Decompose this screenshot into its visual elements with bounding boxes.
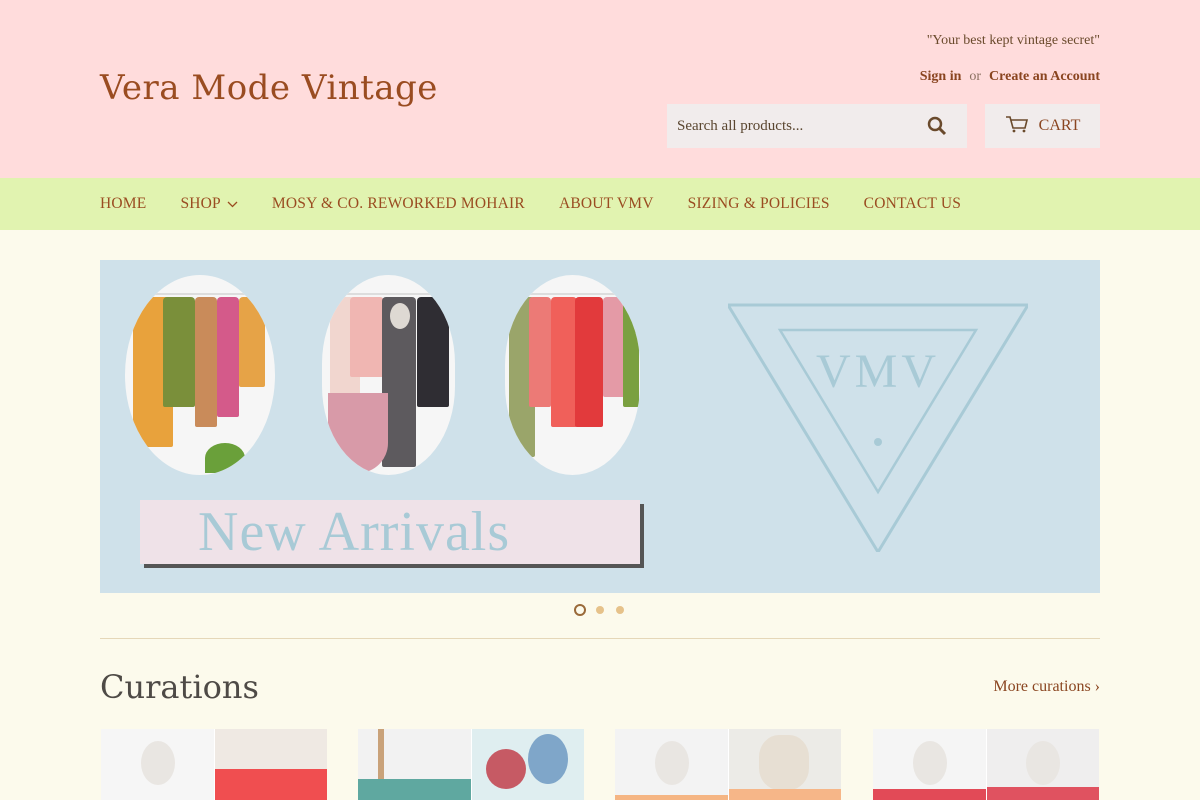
nav-label: HOME [100,195,147,212]
curation-card[interactable] [101,729,327,800]
nav-item-sizing-policies[interactable]: SIZING & POLICIES [688,195,830,213]
more-curations-link[interactable]: More curations › [993,678,1100,696]
slideshow-pagination [0,604,1200,616]
slide-dot-3[interactable] [616,606,624,614]
sign-in-link[interactable]: Sign in [920,69,962,84]
account-links: Sign in or Create an Account [920,69,1100,85]
hero-slideshow[interactable]: New Arrivals VMV [100,260,1100,593]
chevron-down-icon [227,195,238,213]
nav-item-mosy-mohair[interactable]: MOSY & CO. REWORKED MOHAIR [272,195,525,213]
create-account-link[interactable]: Create an Account [989,69,1100,84]
cart-label: CART [1038,117,1081,134]
curation-card[interactable] [358,729,584,800]
curations-title: Curations [100,668,259,706]
slide-dot-1[interactable] [574,604,586,616]
main-nav: HOME SHOP MOSY & CO. REWORKED MOHAIR ABO… [0,178,1200,230]
cart-button[interactable]: CART [985,104,1100,148]
search-input[interactable] [667,104,917,148]
nav-item-home[interactable]: HOME [100,195,146,213]
vmv-logo-text: VMV [815,345,940,398]
tagline: "Your best kept vintage secret" [926,33,1100,48]
curation-card[interactable] [873,729,1099,800]
nav-item-shop[interactable]: SHOP [180,195,238,213]
clothing-rack-image [125,275,275,475]
cart-icon [1005,115,1029,138]
slide-dot-2[interactable] [596,606,604,614]
clothing-rack-image [322,275,455,475]
nav-item-about[interactable]: ABOUT VMV [559,195,654,213]
or-text: or [969,69,982,84]
nav-label: MOSY & CO. REWORKED MOHAIR [271,195,525,212]
search-icon[interactable] [917,104,957,148]
nav-item-contact[interactable]: CONTACT US [864,195,961,213]
nav-label: ABOUT VMV [558,195,654,212]
site-logo[interactable]: Vera Mode Vintage [100,68,438,108]
nav-label: SHOP [180,195,221,212]
clothing-rack-image [505,275,640,475]
vmv-triangle-logo: VMV [725,302,1031,555]
new-arrivals-banner: New Arrivals [140,500,640,564]
search-box [667,104,967,148]
curation-card[interactable] [615,729,841,800]
nav-label: CONTACT US [863,195,962,212]
site-header: Vera Mode Vintage "Your best kept vintag… [0,0,1200,178]
nav-label: SIZING & POLICIES [687,195,830,212]
section-divider [100,638,1100,639]
